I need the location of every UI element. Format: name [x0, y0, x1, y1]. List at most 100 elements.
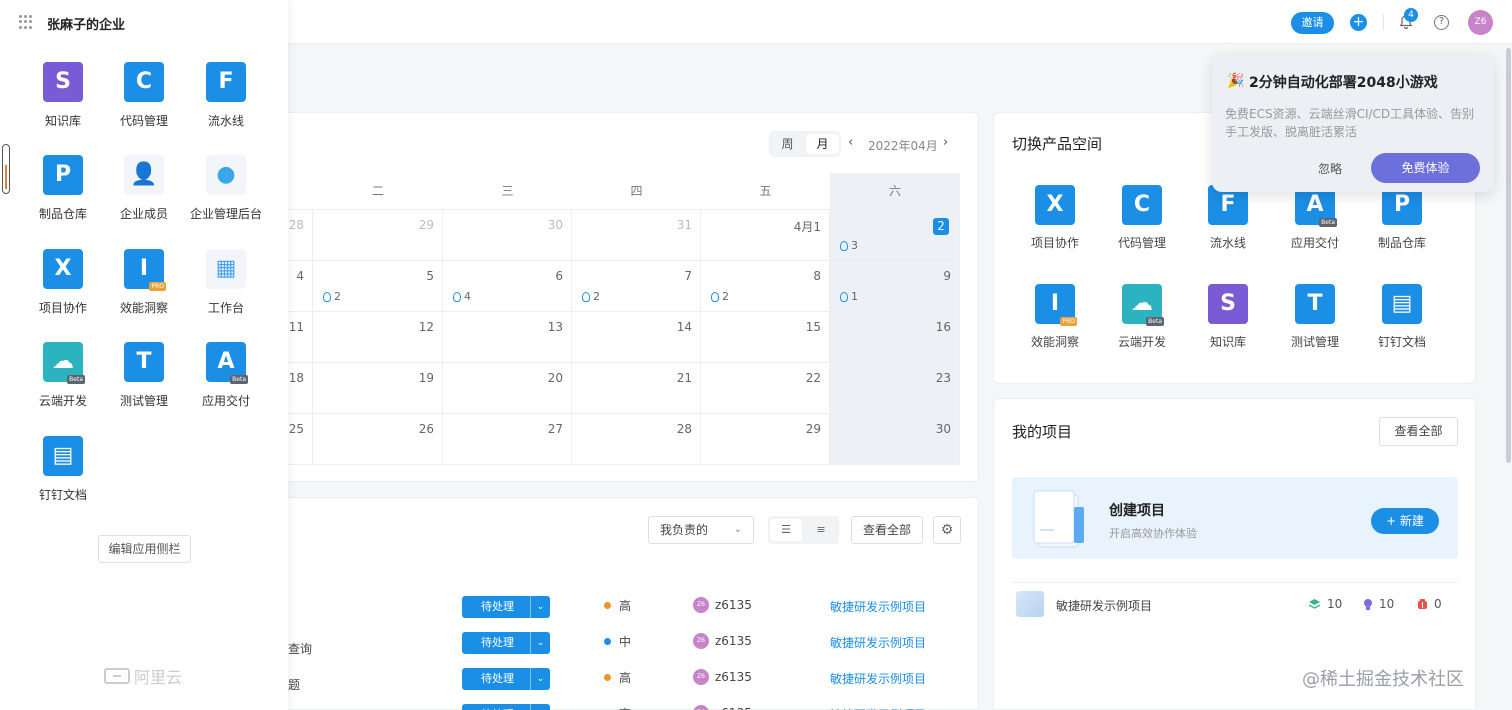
calendar-item-count[interactable]: 1	[840, 290, 858, 303]
calendar-day-cell[interactable]: 11	[288, 312, 313, 363]
app-tile-insight[interactable]: I PRO 效能洞察	[1019, 284, 1091, 350]
create-plus-icon[interactable]: +	[1350, 14, 1367, 31]
promo-ignore-button[interactable]: 忽略	[1318, 160, 1342, 177]
calendar-day-cell[interactable]: 12	[313, 312, 443, 363]
new-project-button[interactable]: + 新建	[1371, 508, 1439, 534]
app-tile-code-management[interactable]: C 代码管理	[1106, 185, 1178, 251]
calendar-day-cell[interactable]: 13	[443, 312, 572, 363]
list-view-icon[interactable]: ☰	[770, 519, 802, 541]
task-row[interactable]: 题 待处理 ⌄ 高 Z6 z6135 敏捷研发示例项目	[288, 668, 979, 702]
app-tile-dingtalk-docs[interactable]: ▤ 钉钉文档	[21, 436, 105, 503]
gear-icon[interactable]: ⚙	[933, 516, 961, 544]
calendar-day-cell[interactable]: 30	[830, 414, 960, 465]
app-tile-test-management[interactable]: T 测试管理	[1279, 284, 1351, 350]
calendar-day-cell[interactable]: 28	[288, 210, 313, 261]
invite-button[interactable]: 邀请	[1291, 12, 1334, 34]
app-tile-test-management[interactable]: T 测试管理	[102, 342, 186, 409]
task-status-button[interactable]: 待处理⌄	[462, 632, 550, 654]
project-name[interactable]: 敏捷研发示例项目	[1056, 597, 1152, 614]
calendar-day-cell[interactable]: 20	[443, 363, 572, 414]
calendar-day-cell[interactable]: 30	[443, 210, 572, 261]
help-icon[interactable]: ?	[1434, 15, 1449, 30]
app-tile-dingtalk-docs[interactable]: ▤ 钉钉文档	[1366, 284, 1438, 350]
calendar-day-cell[interactable]: 23	[830, 210, 960, 261]
drawer-scrollbar[interactable]	[2, 144, 10, 194]
calendar-day-cell[interactable]: 72	[572, 261, 701, 312]
app-tile-pipeline[interactable]: F 流水线	[184, 62, 268, 129]
task-view-all-button[interactable]: 查看全部	[851, 516, 923, 544]
chevron-left-icon[interactable]: ‹	[848, 135, 853, 150]
calendar-item-count[interactable]: 2	[711, 290, 729, 303]
calendar-day-cell[interactable]: 23	[830, 363, 960, 414]
chevron-down-icon[interactable]: ⌄	[530, 596, 550, 618]
app-tile-app-delivery[interactable]: A Beta 应用交付	[1279, 185, 1351, 251]
calendar-day-cell[interactable]: 28	[572, 414, 701, 465]
calendar-day-cell[interactable]: 64	[443, 261, 572, 312]
task-project-link[interactable]: 敏捷研发示例项目	[830, 706, 926, 710]
app-tile-cloud-dev[interactable]: ☁ Beta 云端开发	[1106, 284, 1178, 350]
app-tile-knowledge-base[interactable]: S 知识库	[1192, 284, 1264, 350]
calendar-day-cell[interactable]: 14	[572, 312, 701, 363]
task-name[interactable]: 查询	[288, 640, 312, 657]
calendar-day-cell[interactable]: 52	[313, 261, 443, 312]
calendar-day-cell[interactable]: 18	[288, 363, 313, 414]
app-tile-knowledge-base[interactable]: S 知识库	[21, 62, 105, 129]
calendar-month-tab[interactable]: 月	[806, 134, 839, 154]
project-row[interactable]: 敏捷研发示例项目 10 10 0	[1012, 591, 1458, 621]
calendar-day-cell[interactable]: 27	[443, 414, 572, 465]
calendar-day-cell[interactable]: 16	[830, 312, 960, 363]
app-tile-project-collaboration[interactable]: X 项目协作	[1019, 185, 1091, 251]
task-status-button[interactable]: 待处理⌄	[462, 596, 550, 618]
task-status-button[interactable]: 待处理⌄	[462, 668, 550, 690]
app-tile-project-collaboration[interactable]: X 项目协作	[21, 249, 105, 316]
app-tile-pipeline[interactable]: F 流水线	[1192, 185, 1264, 251]
promo-try-button[interactable]: 免费体验	[1371, 153, 1480, 183]
chevron-down-icon[interactable]: ⌄	[530, 704, 550, 710]
calendar-day-cell[interactable]: 29	[313, 210, 443, 261]
calendar-day-cell[interactable]: 21	[572, 363, 701, 414]
calendar-day-cell[interactable]: 82	[701, 261, 830, 312]
task-project-link[interactable]: 敏捷研发示例项目	[830, 670, 926, 687]
task-filter-select[interactable]: 我负责的 ⌄	[648, 516, 754, 544]
calendar-item-count[interactable]: 2	[582, 290, 600, 303]
task-status-button[interactable]: 待处理⌄	[462, 704, 550, 710]
chevron-down-icon[interactable]: ⌄	[530, 632, 550, 654]
app-tile-insight[interactable]: I PRO 效能洞察	[102, 249, 186, 316]
calendar-day-cell[interactable]: 15	[701, 312, 830, 363]
app-tile-enterprise-admin[interactable]: ● 企业管理后台	[184, 155, 268, 222]
app-tile-app-delivery[interactable]: A Beta 应用交付	[184, 342, 268, 409]
task-row[interactable]: 查询 待处理 ⌄ 中 Z6 z6135 敏捷研发示例项目	[288, 632, 979, 666]
chevron-right-icon[interactable]: ›	[943, 135, 948, 150]
calendar-item-count[interactable]: 3	[840, 239, 858, 252]
projects-view-all-button[interactable]: 查看全部	[1379, 417, 1458, 446]
calendar-item-count[interactable]: 2	[323, 290, 341, 303]
calendar-day-cell[interactable]: 26	[313, 414, 443, 465]
app-tile-artifact-repository[interactable]: P 制品仓库	[21, 155, 105, 222]
task-name[interactable]: 题	[288, 676, 300, 693]
edit-sidebar-button[interactable]: 编辑应用侧栏	[98, 535, 191, 563]
grid-menu-icon[interactable]	[19, 15, 33, 29]
app-tile-cloud-dev[interactable]: ☁ Beta 云端开发	[21, 342, 105, 409]
app-tile-code-management[interactable]: C 代码管理	[102, 62, 186, 129]
calendar-day-cell[interactable]: 91	[830, 261, 960, 312]
calendar-day-cell[interactable]: 25	[288, 414, 313, 465]
calendar-day-cell[interactable]: 29	[701, 414, 830, 465]
calendar-week-tab[interactable]: 周	[771, 134, 804, 154]
app-tile-enterprise-members[interactable]: 👤 企业成员	[102, 155, 186, 222]
calendar-day-cell[interactable]: 19	[313, 363, 443, 414]
calendar-item-count[interactable]: 4	[453, 290, 471, 303]
scrollbar[interactable]	[1506, 48, 1511, 463]
user-avatar[interactable]: Z6	[1468, 10, 1493, 35]
task-row[interactable]: 待处理⌄高Z6z6135敏捷研发示例项目	[288, 704, 979, 710]
app-tile-artifact-repository[interactable]: P 制品仓库	[1366, 185, 1438, 251]
chevron-down-icon[interactable]: ⌄	[530, 668, 550, 690]
task-row[interactable]: 待处理⌄高Z6z6135敏捷研发示例项目	[288, 596, 979, 630]
task-project-link[interactable]: 敏捷研发示例项目	[830, 634, 926, 651]
task-project-link[interactable]: 敏捷研发示例项目	[830, 598, 926, 615]
calendar-day-cell[interactable]: 4月1	[701, 210, 830, 261]
calendar-day-cell[interactable]: 22	[701, 363, 830, 414]
app-tile-workbench[interactable]: ▦ 工作台	[184, 249, 268, 316]
tree-view-icon[interactable]: ≡	[805, 519, 837, 541]
calendar-day-cell[interactable]: 31	[572, 210, 701, 261]
calendar-day-cell[interactable]: 4	[288, 261, 313, 312]
